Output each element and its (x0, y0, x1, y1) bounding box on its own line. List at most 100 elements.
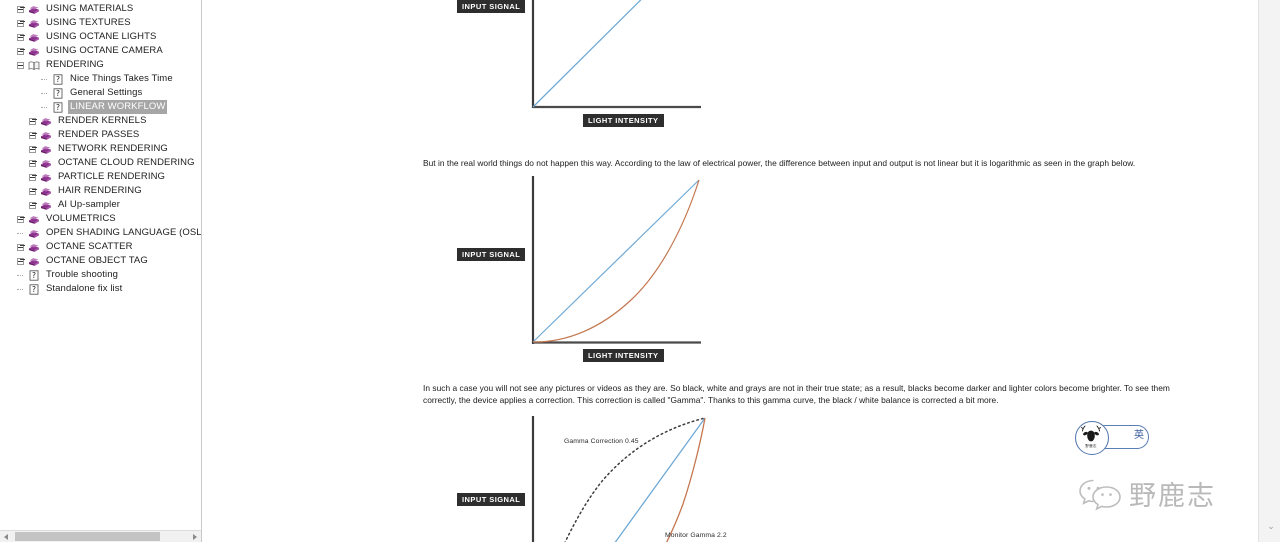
chart-3-svg (531, 416, 706, 542)
navigation-tree[interactable]: USING MATERIALS USING TEXTURES USING OCTAN… (0, 2, 201, 296)
book-stack-icon (40, 144, 52, 155)
sidebar-item-volumetrics[interactable]: VOLUMETRICS (0, 212, 201, 226)
book-stack-icon (40, 130, 52, 141)
book-stack-icon (40, 186, 52, 197)
sidebar-item-label: Standalone fix list (46, 283, 123, 294)
book-stack-icon (28, 4, 40, 15)
sidebar-item-using-textures[interactable]: USING TEXTURES (0, 16, 201, 30)
sidebar-item-octane-cloud-rendering[interactable]: OCTANE CLOUD RENDERING (0, 156, 201, 170)
sidebar-item-label: OPEN SHADING LANGUAGE (OSL) (46, 227, 202, 238)
expand-plus-icon[interactable] (28, 201, 37, 210)
scroll-right-arrow-icon[interactable] (188, 531, 201, 542)
sidebar-item-nice-things-takes-time[interactable]: ? Nice Things Takes Time (0, 72, 201, 86)
sidebar-item-open-shading-language-osl[interactable]: OPEN SHADING LANGUAGE (OSL) (0, 226, 201, 240)
expand-plus-icon[interactable] (16, 215, 25, 224)
chevron-down-icon[interactable]: ⌄ (1266, 522, 1276, 531)
tree-connector-icon (40, 75, 49, 84)
sidebar-item-label: HAIR RENDERING (58, 185, 142, 196)
sidebar-item-label: RENDERING (46, 59, 104, 70)
sidebar-item-label: USING MATERIALS (46, 3, 134, 14)
scrollbar-thumb[interactable] (15, 532, 160, 541)
sidebar-item-label: General Settings (70, 87, 143, 98)
expand-plus-icon[interactable] (16, 47, 25, 56)
language-pill-label: 英 (1134, 430, 1144, 441)
sidebar-item-octane-scatter[interactable]: OCTANE SCATTER (0, 240, 201, 254)
expand-plus-icon[interactable] (28, 173, 37, 182)
figure-linear-response: INPUT SIGNAL LIGHT INTENSITY (445, 0, 745, 128)
sidebar-item-using-materials[interactable]: USING MATERIALS (0, 2, 201, 16)
book-stack-icon (28, 242, 40, 253)
sidebar-item-trouble-shooting[interactable]: ? Trouble shooting (0, 268, 201, 282)
chart-1-series-linear (532, 0, 642, 108)
sidebar-item-label: RENDER KERNELS (58, 115, 147, 126)
expand-plus-icon[interactable] (28, 159, 37, 168)
language-pill-badge (1093, 425, 1149, 449)
scrollbar-track[interactable] (13, 531, 188, 542)
svg-text:?: ? (56, 75, 60, 84)
annotation-gamma-correction: Gamma Correction 0.45 (564, 438, 639, 445)
sidebar-item-label: OCTANE SCATTER (46, 241, 133, 252)
expand-plus-icon[interactable] (28, 187, 37, 196)
expand-plus-icon[interactable] (28, 117, 37, 126)
sidebar-item-octane-object-tag[interactable]: OCTANE OBJECT TAG (0, 254, 201, 268)
chart-2-svg (531, 176, 701, 344)
chart-3-series-monitor-gamma (665, 417, 706, 542)
svg-text:?: ? (56, 89, 60, 98)
sidebar-item-linear-workflow[interactable]: ? LINEAR WORKFLOW (0, 100, 201, 114)
sidebar-item-label: RENDER PASSES (58, 129, 140, 140)
figure-gamma-curves: INPUT SIGNAL Gamma Correction 0.45 Monit… (445, 410, 765, 542)
chart-2-series-linear (532, 179, 700, 343)
collapse-minus-icon[interactable] (16, 61, 25, 70)
chart-1-svg (531, 0, 701, 109)
expand-plus-icon[interactable] (16, 19, 25, 28)
sidebar-item-standalone-fix-list[interactable]: ? Standalone fix list (0, 282, 201, 296)
expand-plus-icon[interactable] (28, 131, 37, 140)
sidebar-item-hair-rendering[interactable]: HAIR RENDERING (0, 184, 201, 198)
book-stack-icon (28, 46, 40, 57)
figure-logarithmic-response: INPUT SIGNAL LIGHT INTENSITY (445, 172, 745, 367)
sidebar-item-label: Nice Things Takes Time (70, 73, 173, 84)
documentation-viewer: USING MATERIALS USING TEXTURES USING OCTAN… (0, 0, 1280, 542)
sidebar-item-ai-up-sampler[interactable]: AI Up-sampler (0, 198, 201, 212)
sidebar-item-general-settings[interactable]: ? General Settings (0, 86, 201, 100)
book-stack-icon (28, 228, 40, 239)
expand-plus-icon[interactable] (16, 243, 25, 252)
deer-head-icon (1075, 421, 1109, 455)
sidebar-item-label: PARTICLE RENDERING (58, 171, 166, 182)
sidebar-item-render-kernels[interactable]: RENDER KERNELS (0, 114, 201, 128)
sidebar-item-rendering[interactable]: RENDERING (0, 58, 201, 72)
wechat-watermark: 野鹿志 (1077, 476, 1216, 517)
sidebar-item-label: AI Up-sampler (58, 199, 121, 210)
sidebar-item-using-octane-lights[interactable]: USING OCTANE LIGHTS (0, 30, 201, 44)
deer-logo-subtext: 野鹿志 (1085, 444, 1097, 448)
sidebar-item-label: OCTANE CLOUD RENDERING (58, 157, 195, 168)
expand-plus-icon[interactable] (16, 5, 25, 14)
sidebar-item-network-rendering[interactable]: NETWORK RENDERING (0, 142, 201, 156)
book-stack-icon (40, 158, 52, 169)
page-help-icon: ? (52, 73, 64, 85)
scroll-left-arrow-icon[interactable] (0, 531, 13, 542)
sidebar-item-label: OCTANE OBJECT TAG (46, 255, 148, 266)
tree-connector-icon (40, 103, 49, 112)
tree-connector-icon (16, 271, 25, 280)
tree-connector-icon (16, 285, 25, 294)
expand-plus-icon[interactable] (28, 145, 37, 154)
svg-text:?: ? (32, 271, 36, 280)
right-edge-panel[interactable]: ⌄ (1258, 0, 1280, 542)
expand-plus-icon[interactable] (16, 257, 25, 266)
wechat-icon (1077, 476, 1123, 517)
sidebar-item-particle-rendering[interactable]: PARTICLE RENDERING (0, 170, 201, 184)
sidebar-tree-panel[interactable]: USING MATERIALS USING TEXTURES USING OCTAN… (0, 0, 202, 542)
book-stack-icon (28, 18, 40, 29)
book-stack-icon (28, 256, 40, 267)
tree-connector-icon (40, 89, 49, 98)
sidebar-horizontal-scrollbar[interactable] (0, 530, 201, 542)
book-stack-icon (28, 32, 40, 43)
svg-text:?: ? (56, 103, 60, 112)
sidebar-item-render-passes[interactable]: RENDER PASSES (0, 128, 201, 142)
sidebar-item-label: Trouble shooting (46, 269, 119, 280)
document-content-area[interactable]: INPUT SIGNAL LIGHT INTENSITY But in the … (202, 0, 1280, 542)
expand-plus-icon[interactable] (16, 33, 25, 42)
paragraph-gamma-explanation: In such a case you will not see any pict… (423, 383, 1280, 406)
sidebar-item-using-octane-camera[interactable]: USING OCTANE CAMERA (0, 44, 201, 58)
